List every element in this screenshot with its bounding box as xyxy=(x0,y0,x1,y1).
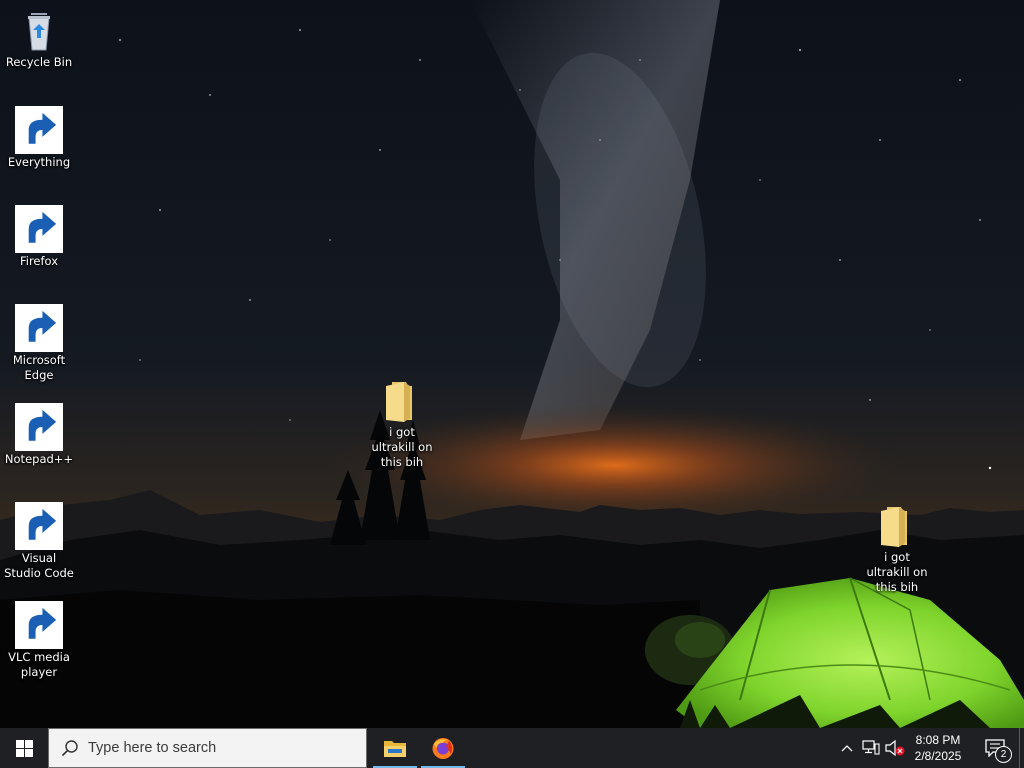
recycle-bin-icon xyxy=(28,13,50,51)
desktop-icon-label: VLC media player xyxy=(8,650,70,679)
desktop-wallpaper xyxy=(0,0,1024,728)
desktop-icon-notepad-plus-plus[interactable]: Notepad++ xyxy=(1,403,77,467)
desktop-icon-label: Visual Studio Code xyxy=(4,551,74,580)
desktop-folder-2[interactable]: i got ultrakill on this bih xyxy=(859,503,935,595)
clock-time: 8:08 PM xyxy=(915,733,961,747)
desktop-icon-firefox[interactable]: Firefox xyxy=(1,205,77,269)
shortcut-arrow-icon xyxy=(15,601,63,649)
taskbar-search-box[interactable]: Type here to search xyxy=(48,728,367,768)
chevron-up-icon xyxy=(841,745,853,752)
desktop-icon-label: Microsoft Edge xyxy=(12,353,66,382)
desktop-icon-visual-studio-code[interactable]: Visual Studio Code xyxy=(1,502,77,581)
shortcut-arrow-icon xyxy=(15,502,63,550)
volume-muted-icon xyxy=(885,740,905,756)
desktop-icon-label: Notepad++ xyxy=(4,452,74,466)
folder-icon xyxy=(881,507,907,547)
shortcut-arrow-icon xyxy=(15,304,63,352)
desktop-icon-label: Everything xyxy=(7,155,71,169)
desktop[interactable]: Recycle Bin Everything Firefox Microsoft… xyxy=(0,0,1024,728)
file-explorer-icon xyxy=(384,741,406,757)
taskbar-clock[interactable]: 8:08 PM 2/8/2025 xyxy=(905,731,971,765)
desktop-icon-label: Recycle Bin xyxy=(5,55,73,69)
shortcut-arrow-icon xyxy=(15,106,63,154)
folder-label: i got ultrakill on this bih xyxy=(866,550,928,594)
desktop-icon-everything[interactable]: Everything xyxy=(1,106,77,170)
desktop-icon-vlc[interactable]: VLC media player xyxy=(1,601,77,680)
network-icon xyxy=(862,740,880,755)
taskbar-app-file-explorer[interactable] xyxy=(371,728,419,768)
tray-volume[interactable] xyxy=(885,738,905,758)
show-desktop-button[interactable] xyxy=(1019,728,1024,768)
shortcut-arrow-icon xyxy=(15,403,63,451)
notification-count-badge: 2 xyxy=(995,746,1012,763)
tray-chevron-up[interactable] xyxy=(837,738,857,758)
start-button[interactable] xyxy=(0,728,48,768)
clock-date: 2/8/2025 xyxy=(914,749,962,763)
firefox-icon xyxy=(432,738,454,759)
desktop-icon-label: Firefox xyxy=(19,254,59,268)
taskbar-app-firefox[interactable] xyxy=(419,728,467,768)
folder-icon xyxy=(386,382,412,422)
desktop-icon-microsoft-edge[interactable]: Microsoft Edge xyxy=(1,304,77,383)
windows-logo-icon xyxy=(15,739,33,757)
tray-network[interactable] xyxy=(861,738,881,758)
search-placeholder: Type here to search xyxy=(88,740,217,756)
search-icon xyxy=(61,740,78,757)
desktop-icon-recycle-bin[interactable]: Recycle Bin xyxy=(1,6,77,70)
shortcut-arrow-icon xyxy=(15,205,63,253)
folder-label: i got ultrakill on this bih xyxy=(371,425,433,469)
desktop-folder-1[interactable]: i got ultrakill on this bih xyxy=(364,378,440,470)
action-center-button[interactable]: 2 xyxy=(976,728,1014,768)
taskbar: Type here to search 8:08 PM 2/8/2025 2 xyxy=(0,728,1024,768)
